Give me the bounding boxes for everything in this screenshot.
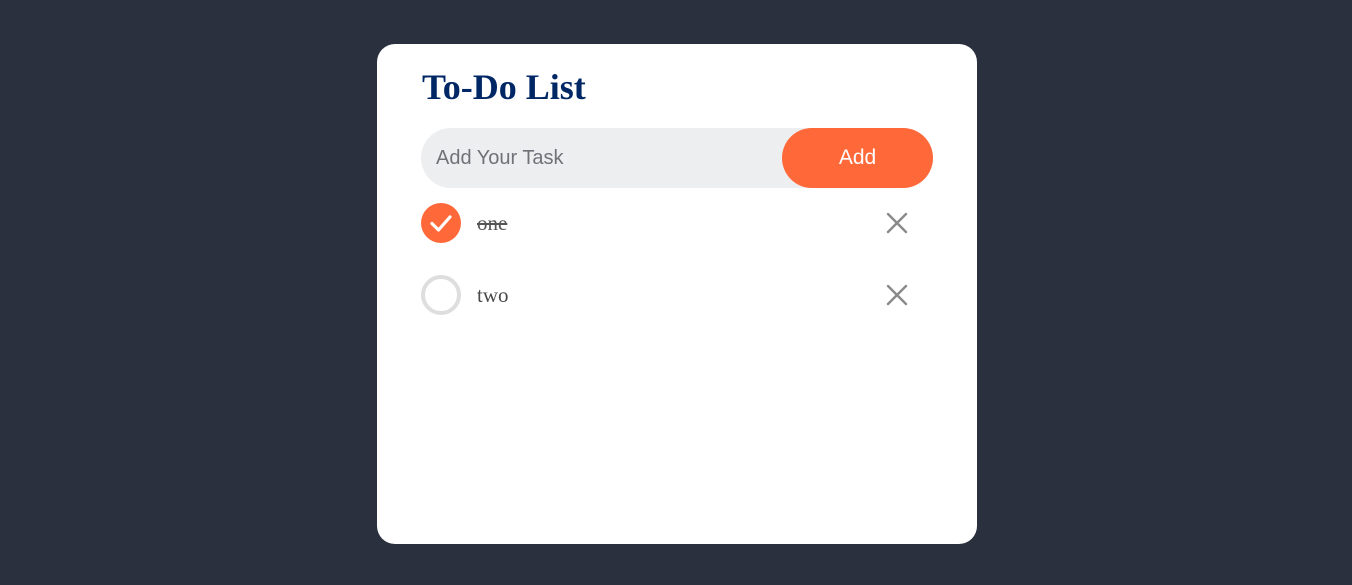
task-list: one two xyxy=(421,202,933,346)
task-item-one[interactable]: one xyxy=(421,202,933,274)
todo-card: To-Do List Add one two xyxy=(377,44,977,544)
task-text: two xyxy=(477,283,509,307)
close-icon xyxy=(886,284,908,306)
delete-task-button[interactable] xyxy=(883,209,911,237)
task-checkbox-unchecked[interactable] xyxy=(421,275,461,315)
delete-task-button[interactable] xyxy=(883,281,911,309)
task-input[interactable] xyxy=(421,128,781,188)
add-button[interactable]: Add xyxy=(782,128,933,188)
close-icon xyxy=(886,212,908,234)
add-task-row: Add xyxy=(421,128,933,188)
task-text: one xyxy=(477,211,508,235)
page-title: To-Do List xyxy=(422,67,586,107)
check-icon xyxy=(430,215,452,232)
task-checkbox-checked[interactable] xyxy=(421,203,461,243)
task-item-two[interactable]: two xyxy=(421,274,933,346)
